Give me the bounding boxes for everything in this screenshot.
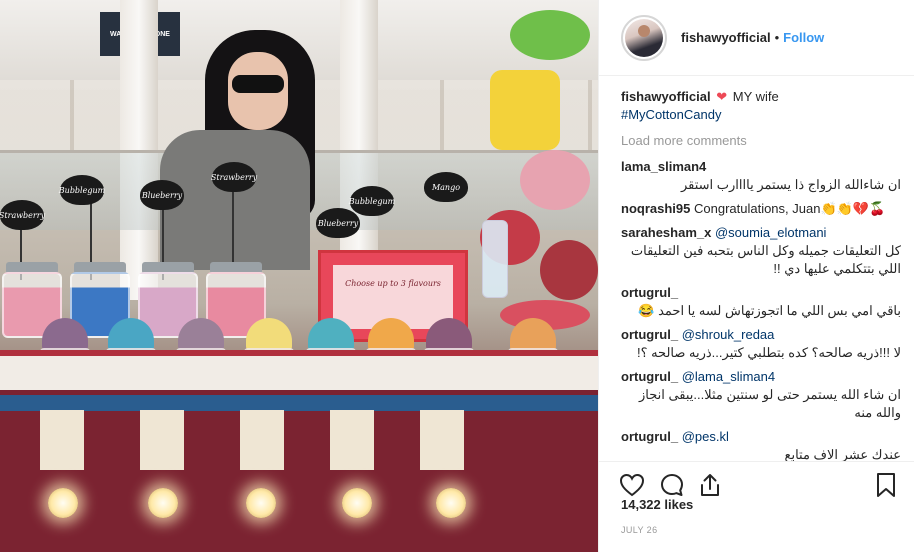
comment-item: lama_sliman4 ان شاءالله الزواج ذا يستمر … (621, 158, 901, 194)
heart-emoji-icon: ❤ (716, 89, 728, 104)
comment-username[interactable]: lama_sliman4 (621, 159, 706, 174)
instagram-post: WARRIORS ZONE Strawberry Bubblegum Blueb… (0, 0, 914, 552)
action-icon-row (617, 470, 901, 500)
comment-text: ان شاءالله الزواج ذا يستمر ياااارب استقر (680, 177, 901, 192)
comment-username[interactable]: sarahesham_x (621, 225, 711, 240)
photo-flavour-sign: Blueberry (316, 208, 360, 238)
caption-hashtag[interactable]: #MyCottonCandy (621, 106, 901, 124)
comment-username[interactable]: noqrashi95 (621, 201, 690, 216)
heart-icon[interactable] (617, 470, 647, 500)
photo-flavour-sign: Strawberry (211, 162, 257, 192)
comment-mention[interactable]: @shrouk_redaa (682, 327, 775, 342)
photo-counter-panel (330, 410, 374, 470)
post-photo[interactable]: WARRIORS ZONE Strawberry Bubblegum Blueb… (0, 0, 598, 552)
comment-mention[interactable]: @lama_sliman4 (682, 369, 775, 384)
header-username[interactable]: fishawyofficial (681, 30, 771, 45)
caption-text: MY wife (732, 89, 779, 104)
bookmark-icon[interactable] (871, 470, 901, 500)
photo-flavour-sign: Bubblegum (349, 186, 395, 216)
comment-item: sarahesham_x @soumia_elotmani كل التعليق… (621, 224, 901, 278)
share-icon[interactable] (695, 470, 725, 500)
post-header: fishawyofficial • Follow (599, 0, 914, 76)
photo-counter-panel (140, 410, 184, 470)
photo-light-bulb (148, 488, 178, 518)
photo-flavour-sign: Strawberry (0, 200, 45, 230)
comment-item: noqrashi95 Congratulations, Juan👏👏💔🍒 (621, 200, 901, 218)
comment-text: كل التعليقات جميله وكل الناس بتحبه فين ا… (630, 243, 901, 276)
photo-flavour-sign: Mango (424, 172, 468, 202)
comment-item: ortugrul_ @lama_sliman4 ان شاء الله يستم… (621, 368, 901, 422)
photo-light-bulb (342, 488, 372, 518)
comments-list[interactable]: fishawyofficial ❤ MY wife #MyCottonCandy… (621, 88, 901, 461)
photo-woman-sunglasses (232, 75, 284, 93)
photo-counter-stripe (0, 350, 598, 390)
comment-text: لا !!!ذريه صالحه؟ كده بتطلبي كتير...ذريه… (636, 345, 901, 360)
post-date: JULY 26 (621, 525, 658, 535)
post-sidebar: fishawyofficial • Follow fishawyofficial… (598, 0, 914, 552)
header-separator: • (774, 30, 780, 45)
photo-water-bottle (482, 220, 508, 298)
comment-mention[interactable]: @soumia_elotmani (715, 225, 826, 240)
photo-counter-band (0, 395, 598, 411)
comment-item: ortugrul_ @pes.kl عندك عشر الاف متابع (621, 428, 901, 461)
photo-light-bulb (246, 488, 276, 518)
photo-counter-panel (40, 410, 84, 470)
comment-mention[interactable]: @pes.kl (682, 429, 729, 444)
photo-flavour-sign: Blueberry (140, 180, 184, 210)
comment-text: ان شاء الله يستمر حتى لو سنتين مثلا...يب… (638, 387, 901, 420)
likes-count[interactable]: 14,322 likes (621, 497, 693, 512)
photo-light-bulb (436, 488, 466, 518)
avatar-image (625, 18, 663, 57)
avatar[interactable] (621, 14, 667, 61)
comment-username[interactable]: ortugrul_ (621, 369, 678, 384)
post-caption: fishawyofficial ❤ MY wife #MyCottonCandy (621, 88, 901, 124)
caption-username[interactable]: fishawyofficial (621, 89, 711, 104)
comment-text: باقي امي بس اللي ما اتجوزتهاش لسه يا احم… (638, 303, 901, 318)
comment-item: ortugrul_ باقي امي بس اللي ما اتجوزتهاش … (621, 284, 901, 320)
photo-sign-stick (232, 190, 234, 270)
comment-item: ortugrul_ @shrouk_redaa لا !!!ذريه صالحه… (621, 326, 901, 362)
comment-username[interactable]: ortugrul_ (621, 429, 678, 444)
comment-text: Congratulations, Juan👏👏💔🍒 (693, 201, 886, 216)
load-more-comments-button[interactable]: Load more comments (621, 132, 901, 150)
comment-text: عندك عشر الاف متابع (784, 447, 901, 461)
photo-counter-panel (240, 410, 284, 470)
comment-username[interactable]: ortugrul_ (621, 327, 678, 342)
photo-light-bulb (48, 488, 78, 518)
photo-counter-panel (420, 410, 464, 470)
comment-username[interactable]: ortugrul_ (621, 285, 678, 300)
follow-button[interactable]: Follow (783, 30, 824, 45)
comment-icon[interactable] (657, 470, 687, 500)
photo-flavour-sign: Bubblegum (59, 175, 105, 205)
